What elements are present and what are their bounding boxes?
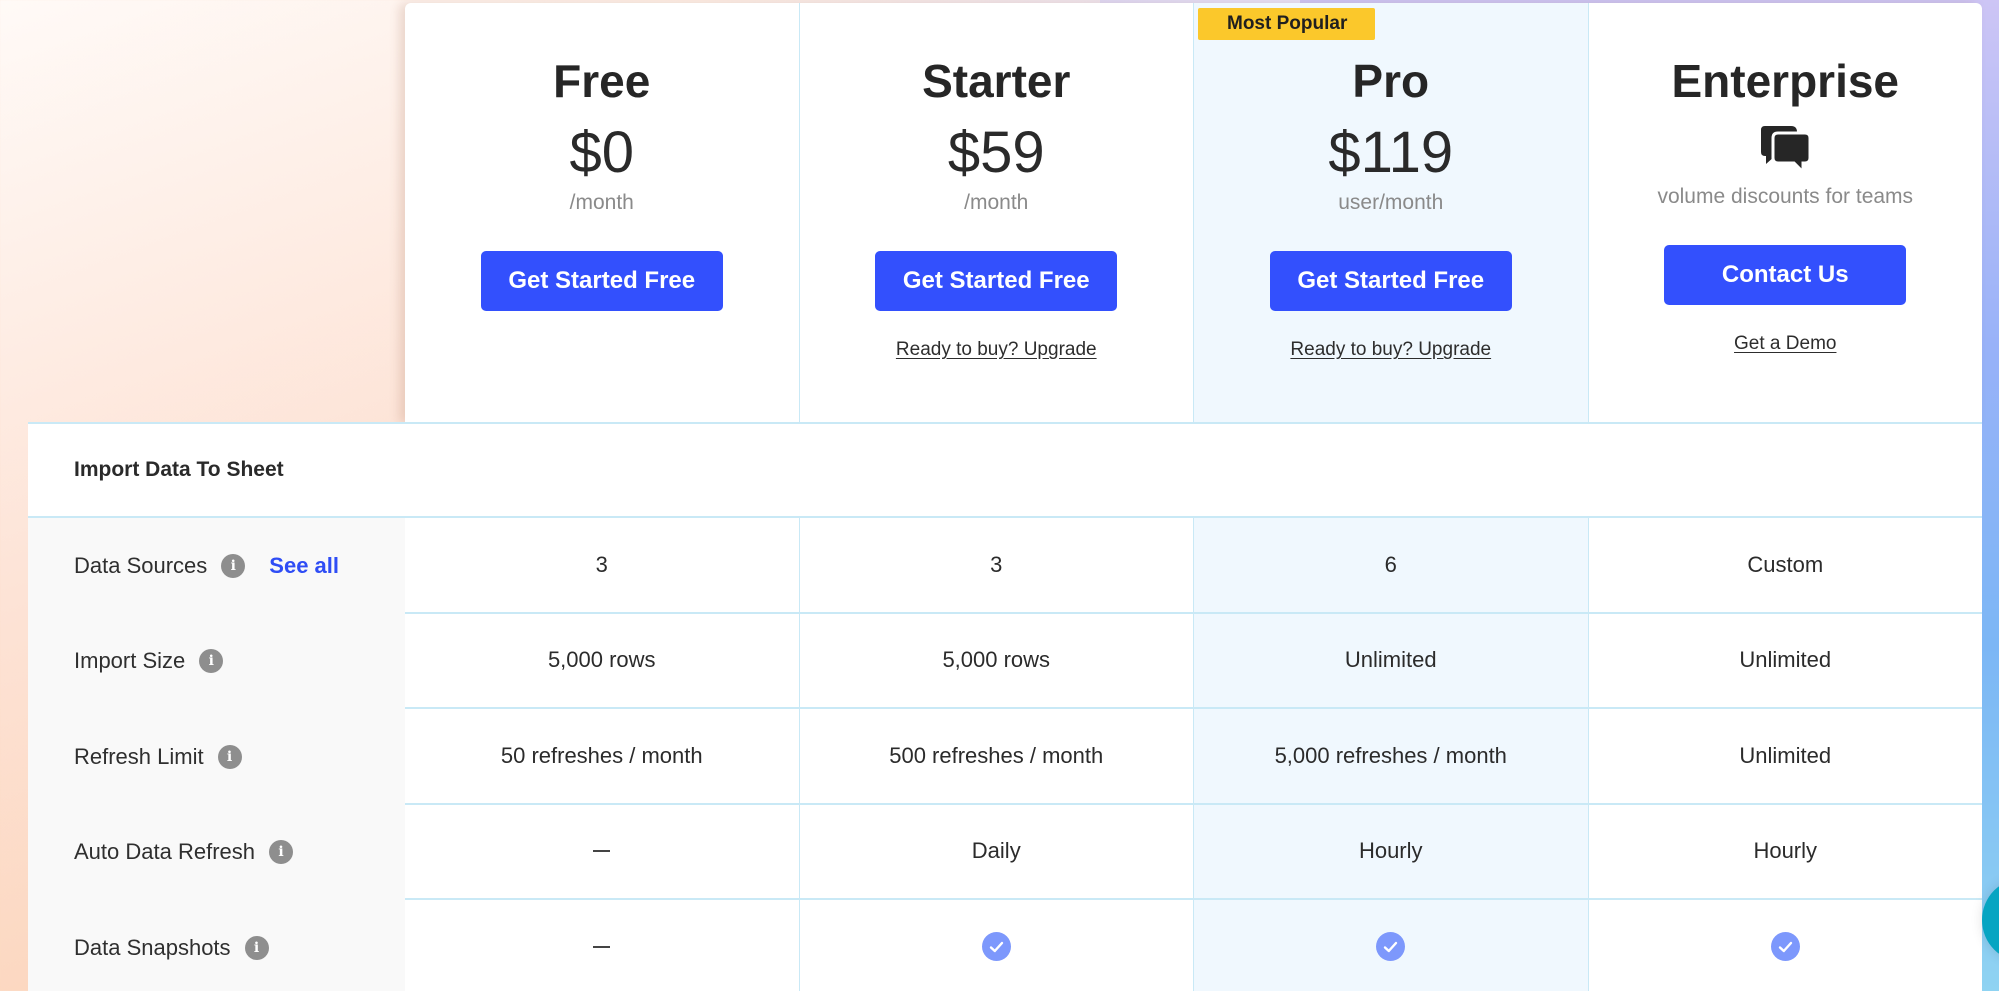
get-started-free-button[interactable]: Get Started Free <box>1269 251 1512 311</box>
check-circle-icon <box>1770 932 1800 962</box>
chat-bubbles-icon <box>1589 125 1983 177</box>
plan-enterprise: Enterprise volume discounts for teams Co… <box>1587 3 1983 423</box>
feature-value-cell: 3 <box>405 518 799 614</box>
feature-label: Auto Data Refresh <box>74 839 255 865</box>
upgrade-link[interactable]: Ready to buy? Upgrade <box>800 339 1194 361</box>
check-circle-icon <box>1376 932 1406 962</box>
feature-value: Daily <box>971 838 1021 864</box>
feature-value: 5,000 rows <box>547 647 656 673</box>
get-started-free-button[interactable]: Get Started Free <box>480 251 723 311</box>
info-icon[interactable]: i <box>199 649 224 674</box>
feature-label-cell: Data Sources i See all <box>28 518 405 614</box>
feature-value-cell <box>1587 900 1983 991</box>
feature-value-cell: Unlimited <box>1587 709 1982 805</box>
feature-value-cell: 5,000 rows <box>798 613 1193 709</box>
plan-period: volume discounts for teams <box>1657 185 1914 208</box>
feature-value-cell: Unlimited <box>1193 613 1588 709</box>
feature-value: 50 refreshes / month <box>500 742 703 768</box>
upgrade-link[interactable]: Ready to buy? Upgrade <box>1194 339 1588 361</box>
info-icon[interactable]: i <box>217 744 242 769</box>
feature-value: Hourly <box>1358 838 1423 864</box>
table-row: Import Size i 5,000 rows 5,000 rows Unlimite… <box>28 613 1982 709</box>
feature-value: Hourly <box>1753 838 1818 864</box>
section-header: Import Data To Sheet <box>28 422 1982 518</box>
info-icon[interactable]: i <box>221 553 246 578</box>
feature-value-cell: Unlimited <box>1587 613 1982 709</box>
feature-value: Unlimited <box>1344 647 1437 673</box>
plan-name: Pro <box>1352 55 1430 107</box>
plan-price: $0 <box>569 120 634 185</box>
feature-value-cell: Daily <box>798 804 1193 900</box>
feature-value: 5,000 refreshes / month <box>1274 742 1507 768</box>
feature-label: Data Sources <box>74 552 208 578</box>
table-row: Refresh Limit i 50 refreshes / month 500 re… <box>28 709 1982 805</box>
plan-pro: Most Popular Pro $119 user/month Get Sta… <box>1193 3 1588 423</box>
check-circle-icon <box>981 932 1011 962</box>
contact-us-button[interactable]: Contact Us <box>1664 245 1907 305</box>
feature-value-cell: 5,000 refreshes / month <box>1193 709 1588 805</box>
plan-free: Free $0 /month Get Started Free <box>405 3 799 423</box>
see-all-link[interactable]: See all <box>269 553 339 579</box>
feature-value-cell: 3 <box>798 518 1193 614</box>
plan-price: $59 <box>947 120 1045 185</box>
section-title: Import Data To Sheet <box>74 458 284 481</box>
feature-value-cell: 5,000 rows <box>405 614 799 709</box>
feature-value: 3 <box>595 551 608 577</box>
feature-value-cell: Hourly <box>1587 804 1982 900</box>
not-included-dash-icon <box>593 945 611 948</box>
feature-value-cell: Custom <box>1587 518 1982 614</box>
feature-value: Unlimited <box>1739 742 1832 768</box>
feature-label-cell: Data Snapshots i <box>28 900 405 991</box>
feature-value-cell: Hourly <box>1193 804 1588 900</box>
info-icon[interactable]: i <box>244 935 269 960</box>
feature-value: Custom <box>1747 551 1824 577</box>
plan-period: /month <box>569 191 634 214</box>
plan-name: Free <box>553 55 651 107</box>
feature-label: Refresh Limit <box>74 743 204 769</box>
feature-value-cell <box>798 900 1194 991</box>
feature-value-cell: 50 refreshes / month <box>405 709 799 805</box>
feature-label-cell: Refresh Limit i <box>28 709 405 805</box>
feature-label-cell: Import Size i <box>28 613 405 709</box>
get-a-demo-link[interactable]: Get a Demo <box>1589 333 1983 355</box>
feature-value-cell <box>405 900 799 991</box>
get-started-free-button[interactable]: Get Started Free <box>875 251 1118 311</box>
plan-name: Starter <box>922 55 1071 107</box>
not-included-dash-icon <box>593 850 611 853</box>
feature-value-cell: 500 refreshes / month <box>798 709 1193 805</box>
plan-period: /month <box>964 191 1029 214</box>
feature-value-cell: 6 <box>1193 518 1588 614</box>
pricing-plans-header: Free $0 /month Get Started Free Starter … <box>405 3 1982 423</box>
most-popular-badge: Most Popular <box>1198 8 1376 40</box>
plan-price: $119 <box>1328 120 1454 185</box>
table-row: Data Sources i See all 3 3 6 Custom <box>28 518 1982 614</box>
plan-name: Enterprise <box>1671 55 1900 107</box>
table-row: Data Snapshots i <box>28 900 1982 991</box>
plan-period: user/month <box>1338 191 1444 214</box>
table-row: Auto Data Refresh i Daily Hourly Hourly <box>28 804 1982 900</box>
feature-label-cell: Auto Data Refresh i <box>28 804 405 900</box>
feature-value: 6 <box>1384 551 1397 577</box>
info-icon[interactable]: i <box>268 840 293 865</box>
plan-starter: Starter $59 /month Get Started Free Read… <box>798 3 1194 423</box>
feature-value: 3 <box>990 551 1003 577</box>
feature-value: 5,000 rows <box>942 647 1051 673</box>
feature-value-cell <box>405 805 799 900</box>
feature-comparison-table: Import Data To Sheet Data Sources i See al… <box>28 422 1982 991</box>
feature-value: Unlimited <box>1739 647 1832 673</box>
feature-value: 500 refreshes / month <box>889 742 1104 768</box>
feature-value-cell <box>1193 900 1588 991</box>
feature-label: Import Size <box>74 648 186 674</box>
feature-label: Data Snapshots <box>74 934 231 960</box>
